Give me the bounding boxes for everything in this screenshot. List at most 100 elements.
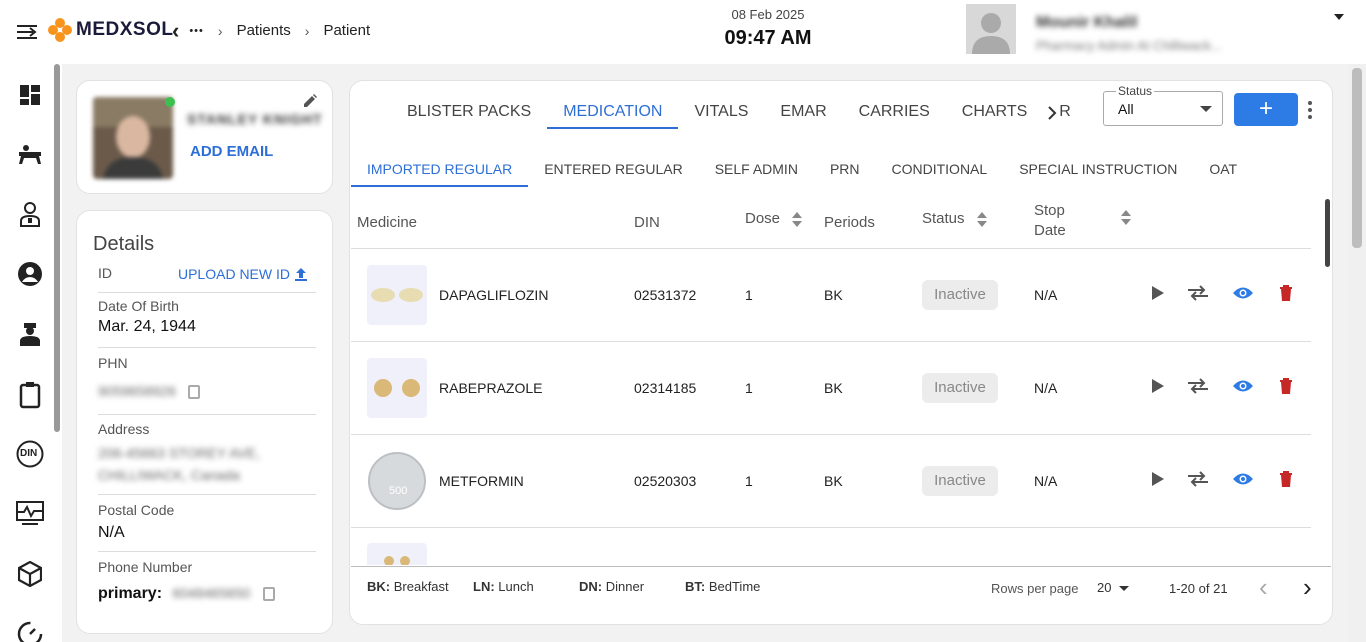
- tab-emar[interactable]: EMAR: [780, 103, 826, 129]
- sort-stop-date-icon[interactable]: [1121, 210, 1131, 225]
- status-filter-select[interactable]: Status All: [1103, 84, 1223, 126]
- subtab-imported-regular[interactable]: IMPORTED REGULAR: [351, 153, 529, 187]
- tab-vitals[interactable]: VITALS: [694, 103, 748, 129]
- monitor-heart-icon[interactable]: [16, 499, 44, 527]
- user-avatar[interactable]: [966, 4, 1016, 54]
- column-dose[interactable]: Dose: [745, 210, 803, 227]
- patient-profile-card: STANLEY KNIGHT ADD EMAIL: [76, 80, 333, 194]
- add-medication-button[interactable]: +: [1234, 93, 1298, 126]
- din-icon[interactable]: DIN: [16, 440, 44, 468]
- patient-details-card: Details ID UPLOAD NEW ID Date Of Birth M…: [76, 210, 333, 634]
- swap-icon[interactable]: [1187, 375, 1209, 397]
- column-status[interactable]: Status: [922, 210, 987, 227]
- bed-icon[interactable]: [16, 140, 44, 168]
- clipboard-icon[interactable]: [16, 381, 44, 409]
- dose-value: 1: [745, 287, 753, 303]
- app-logo[interactable]: MEDXSOL: [48, 18, 173, 42]
- copy-phn-icon[interactable]: [188, 384, 201, 399]
- table-row[interactable]: RABEPRAZOLE 02314185 1 BK Inactive N/A: [351, 342, 1311, 435]
- copy-phone-icon[interactable]: [262, 586, 275, 601]
- periods-value: BK: [824, 287, 843, 303]
- legend-text: Lunch: [498, 579, 534, 594]
- subtab-entered-regular[interactable]: ENTERED REGULAR: [528, 153, 698, 187]
- stop-date-value: N/A: [1034, 287, 1058, 303]
- subtab-prn[interactable]: PRN: [814, 153, 876, 187]
- upload-new-id-label: UPLOAD NEW ID: [177, 266, 290, 282]
- tab-carries[interactable]: CARRIES: [859, 103, 930, 129]
- sidebar-scrollbar[interactable]: [54, 64, 60, 432]
- more-options-icon[interactable]: [1308, 101, 1312, 122]
- user-menu-caret-icon[interactable]: [1334, 14, 1344, 20]
- pill-image: [367, 358, 427, 418]
- breadcrumb-patients[interactable]: Patients: [237, 22, 291, 39]
- tab-charts[interactable]: CHARTS: [962, 103, 1028, 129]
- breadcrumb-ellipsis[interactable]: •••: [189, 25, 204, 37]
- edit-profile-icon[interactable]: [302, 93, 318, 114]
- user-name[interactable]: Mounir Khalil: [1036, 14, 1137, 32]
- phone-row: Phone Number primary: 6048465650: [98, 559, 316, 615]
- prev-page-icon[interactable]: ‹: [1259, 572, 1268, 603]
- legend-dinner: DN: Dinner: [579, 579, 644, 594]
- upload-icon: [295, 268, 307, 281]
- play-icon[interactable]: [1147, 468, 1169, 490]
- column-stop-date[interactable]: Stop Date: [1034, 201, 1066, 241]
- legend-code: LN:: [473, 579, 495, 594]
- tab-blister-packs[interactable]: BLISTER PACKS: [407, 103, 531, 129]
- subtab-conditional[interactable]: CONDITIONAL: [876, 153, 1004, 187]
- nurse-icon[interactable]: [16, 320, 44, 348]
- next-page-icon[interactable]: ›: [1303, 572, 1312, 603]
- table-scrollbar[interactable]: [1325, 199, 1330, 267]
- breadcrumb-patient: Patient: [323, 22, 371, 39]
- legend-text: BedTime: [708, 579, 761, 594]
- delete-icon[interactable]: [1275, 375, 1297, 397]
- status-badge: Inactive: [922, 373, 998, 403]
- stop-date-value: N/A: [1034, 473, 1058, 489]
- din-icon-label: DIN: [20, 448, 38, 459]
- breadcrumb-separator: ›: [304, 22, 310, 39]
- delete-icon[interactable]: [1275, 468, 1297, 490]
- add-email-link[interactable]: ADD EMAIL: [190, 143, 273, 160]
- sort-status-icon[interactable]: [976, 211, 987, 227]
- legend-code: BT:: [685, 579, 706, 594]
- play-icon[interactable]: [1147, 282, 1169, 304]
- swap-icon[interactable]: [1187, 468, 1209, 490]
- address-row: Address 206-45663 STOREY AVE, CHILLIWACK…: [98, 421, 316, 495]
- play-icon[interactable]: [1147, 375, 1169, 397]
- package-icon[interactable]: [16, 560, 44, 588]
- menu-toggle-icon[interactable]: [17, 24, 37, 40]
- tabs-scroll-right-icon[interactable]: [1047, 106, 1057, 125]
- legend-bedtime: BT: BedTime: [685, 579, 760, 594]
- view-icon[interactable]: [1232, 468, 1254, 490]
- sidebar: DIN: [0, 64, 62, 642]
- sort-dose-icon[interactable]: [792, 211, 803, 227]
- stop-date-value: N/A: [1034, 380, 1058, 396]
- subtab-oat[interactable]: OAT: [1193, 153, 1253, 187]
- tab-overflow[interactable]: R: [1059, 103, 1071, 129]
- rows-per-page-caret-icon[interactable]: [1119, 586, 1129, 591]
- subtab-special-instruction[interactable]: SPECIAL INSTRUCTION: [1003, 153, 1193, 187]
- doctor-icon[interactable]: [16, 200, 44, 228]
- back-chevron-icon[interactable]: ‹: [172, 19, 179, 41]
- column-stop-date-line-1: Stop: [1034, 202, 1065, 219]
- delete-icon[interactable]: [1275, 282, 1297, 304]
- subtab-self-admin[interactable]: SELF ADMIN: [699, 153, 814, 187]
- din-value: 02314185: [634, 380, 697, 396]
- column-dose-label: Dose: [745, 210, 781, 227]
- upload-new-id-button[interactable]: UPLOAD NEW ID: [178, 266, 308, 282]
- account-icon[interactable]: [16, 260, 44, 288]
- page-scrollbar-thumb[interactable]: [1352, 68, 1362, 248]
- speed-icon[interactable]: [16, 620, 44, 642]
- din-value: 02531372: [634, 287, 697, 303]
- legend-text: Breakfast: [393, 579, 449, 594]
- rows-per-page-select[interactable]: 20: [1097, 580, 1111, 595]
- details-heading: Details: [93, 233, 155, 255]
- table-row[interactable]: DAPAGLIFLOZIN 02531372 1 BK Inactive N/A: [351, 249, 1311, 342]
- legend-text: Dinner: [605, 579, 645, 594]
- logo-text: MEDXSOL: [76, 19, 174, 40]
- view-icon[interactable]: [1232, 282, 1254, 304]
- tab-medication[interactable]: MEDICATION: [547, 103, 679, 129]
- table-row[interactable]: 500 METFORMIN 02520303 1 BK Inactive N/A: [351, 435, 1311, 528]
- swap-icon[interactable]: [1187, 282, 1209, 304]
- view-icon[interactable]: [1232, 375, 1254, 397]
- dashboard-icon[interactable]: [16, 81, 44, 109]
